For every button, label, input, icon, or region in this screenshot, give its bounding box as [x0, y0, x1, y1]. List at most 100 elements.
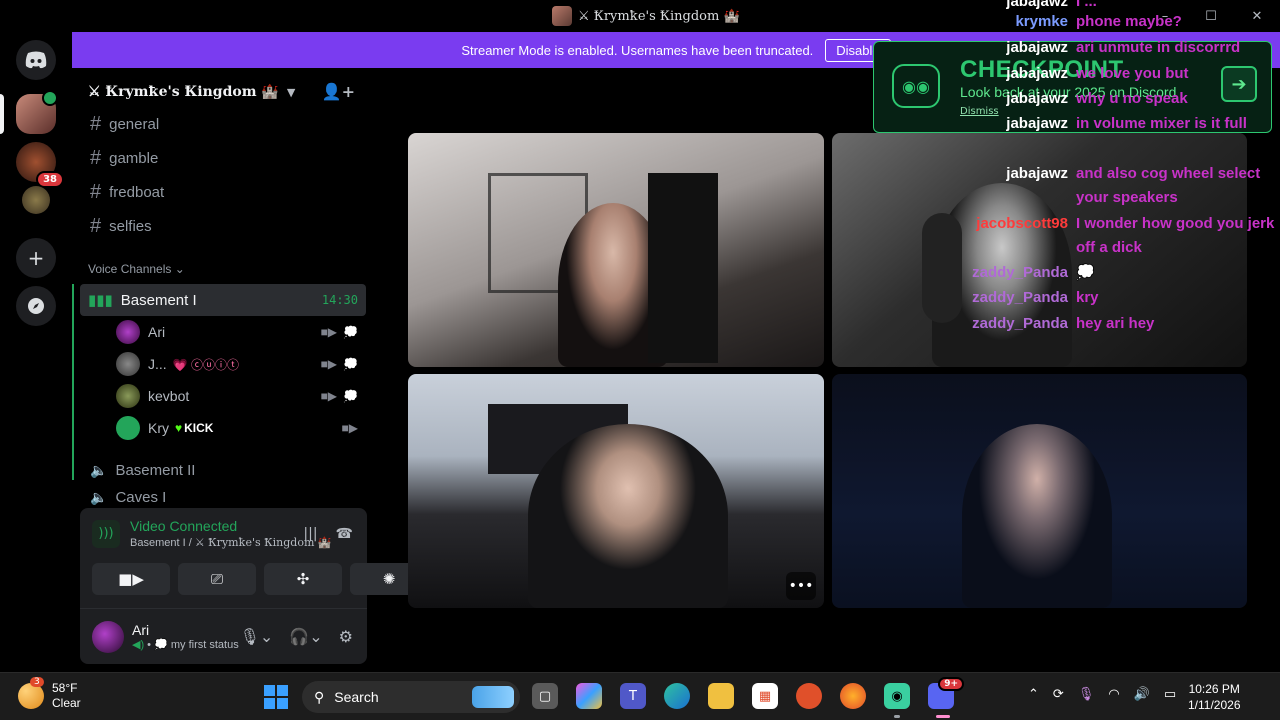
camera-icon: ■▶: [341, 421, 358, 435]
window-title-text: ⚔ Ꝁrymꝁe's Ꝁingdom 🏰: [578, 8, 740, 24]
voice-member-kry[interactable]: Kry ♥ KICK ■▶: [116, 412, 366, 444]
system-tray: ⌃ ⟳ 🎙 ◠ 🔊 ▭: [1028, 687, 1176, 702]
video-tile-3[interactable]: •••: [408, 374, 824, 608]
channel-label: Caves I: [115, 488, 167, 506]
weather-badge: 3: [30, 677, 44, 687]
member-icons: ■▶ 💭: [321, 389, 358, 403]
chat-text: hey ari hey: [1076, 315, 1155, 332]
chat-username: zaddy_Panda: [972, 264, 1068, 281]
server-icon-kingdom[interactable]: [16, 90, 58, 134]
volume-icon[interactable]: 🔊: [1134, 687, 1150, 702]
server-icon-2[interactable]: 38: [16, 142, 64, 188]
discord-home-button[interactable]: [16, 40, 56, 80]
kick-label: KICK: [184, 421, 214, 435]
member-name: Kry: [148, 420, 169, 436]
channel-label: fredboat: [109, 183, 165, 201]
gear-icon[interactable]: ⚙: [339, 627, 353, 646]
chat-text: phone maybe?: [1076, 13, 1182, 30]
battery-icon[interactable]: ▭: [1164, 687, 1176, 702]
activities-button[interactable]: ✣: [264, 563, 342, 595]
server-thumbnail: [552, 6, 572, 26]
camera-button[interactable]: ■▶: [92, 563, 170, 595]
moon-icon: 3: [18, 677, 44, 709]
sync-icon[interactable]: ⟳: [1053, 687, 1064, 702]
activity-icon: 💭: [343, 325, 358, 339]
server-rail: 38 +: [0, 32, 72, 672]
windows-start-icon[interactable]: [264, 685, 288, 709]
hash-icon: #: [90, 214, 102, 237]
search-label: Search: [334, 689, 379, 705]
channel-selfies[interactable]: # selfies: [80, 210, 366, 242]
window-title: ⚔ Ꝁrymꝁe's Ꝁingdom 🏰: [552, 6, 740, 26]
origin-icon[interactable]: [796, 683, 822, 709]
disconnect-icon[interactable]: ☎: [336, 526, 353, 542]
teams-icon[interactable]: T: [620, 683, 646, 709]
member-name: Ari: [148, 324, 166, 340]
streaming-app-icon[interactable]: ◉: [884, 683, 910, 709]
invite-people-icon[interactable]: 👤+: [322, 82, 355, 101]
voice-channel-basement-1[interactable]: ▮▮▮ Basement I 14:30: [80, 284, 366, 316]
voice-action-buttons: ■▶ ⎚ ✣ ✺: [92, 563, 428, 595]
user-panel: Ari ◀) • 💭 my first status 🎙⌄ 🎧⌄ ⚙: [80, 608, 367, 664]
channel-fredboat[interactable]: # fredboat: [80, 176, 366, 208]
firefox-icon[interactable]: [840, 683, 866, 709]
weather-temp: 58°F: [52, 681, 78, 695]
microphone-icon[interactable]: 🎙⌄: [240, 627, 274, 646]
voice-location[interactable]: Basement I / ⚔ Ꝁrymꝁe's Ꝁingdom 🏰: [130, 536, 332, 549]
camera-icon: ■▶: [320, 357, 338, 371]
plus-icon: +: [27, 246, 45, 270]
avatar[interactable]: [92, 620, 124, 653]
headphones-icon[interactable]: 🎧⌄: [289, 627, 322, 646]
channel-general[interactable]: # general: [80, 108, 366, 140]
voice-member-kevbot[interactable]: kevbot ■▶ 💭: [116, 380, 366, 412]
activity-icon: 💭: [343, 357, 358, 371]
clock-date: 1/11/2026: [1188, 698, 1241, 712]
screen-share-button[interactable]: ⎚: [178, 563, 256, 595]
streamer-mode-text: Streamer Mode is enabled. Usernames have…: [461, 42, 814, 58]
voice-member-ari[interactable]: Ari ■▶ 💭: [116, 316, 366, 348]
stream-chat-overlay: jabajawz I ... krymke phone maybe? jabajawz a…: [940, 0, 1280, 340]
chevron-down-icon: ▼: [286, 85, 296, 99]
user-status: ◀) • 💭 my first status: [132, 639, 239, 651]
running-indicator: [894, 715, 900, 718]
microphone-icon[interactable]: 🎙: [1078, 687, 1095, 702]
signal-icon[interactable]: ))): [92, 519, 120, 548]
member-icons: ■▶: [342, 421, 358, 435]
voice-channel-caves-1[interactable]: 🔈 Caves I: [80, 488, 366, 506]
clock[interactable]: 10:26 PM 1/11/2026: [1188, 681, 1241, 713]
add-server-button[interactable]: +: [16, 238, 56, 278]
copilot-icon[interactable]: [576, 683, 602, 709]
chat-username: zaddy_Panda: [972, 315, 1068, 332]
member-tag: 💗 ⓒⓤⓘⓣ: [172, 357, 239, 372]
voice-connection-panel: ))) Video Connected Basement I / ⚔ Ꝁrymꝁ…: [80, 508, 428, 664]
video-feed-door: [648, 173, 718, 363]
more-options-button[interactable]: •••: [786, 572, 816, 600]
weather-widget[interactable]: 3 58°F Clear: [18, 677, 81, 711]
chat-text: in volume mixer is it full: [1076, 115, 1247, 132]
task-view-icon[interactable]: ▢: [532, 683, 558, 709]
video-tile-4[interactable]: [832, 374, 1247, 608]
noise-suppression-icon[interactable]: |||: [303, 526, 317, 542]
chat-username: jabajawz: [1006, 115, 1068, 132]
checkpoint-logo-icon: ◉◉: [892, 64, 940, 108]
channel-label: Basement II: [115, 461, 196, 479]
video-tile-1[interactable]: [408, 133, 824, 367]
server-icon-3[interactable]: [22, 186, 50, 214]
store-icon[interactable]: ▦: [752, 683, 778, 709]
taskbar-search[interactable]: ⚲ Search: [302, 681, 520, 713]
avatar: [116, 352, 140, 376]
file-explorer-icon[interactable]: [708, 683, 734, 709]
chevron-up-icon[interactable]: ⌃: [1028, 687, 1039, 702]
channel-gamble[interactable]: # gamble: [80, 142, 366, 174]
voice-member-j[interactable]: J... 💗 ⓒⓤⓘⓣ ■▶ 💭: [116, 348, 366, 380]
chat-text: why u no speak: [1076, 90, 1188, 107]
voice-channel-basement-2[interactable]: 🔈 Basement II: [80, 454, 366, 486]
voice-duration: 14:30: [321, 293, 358, 307]
chat-text: I wonder how good you jerk off a dick: [1076, 215, 1275, 256]
discord-taskbar-icon[interactable]: 9+: [928, 677, 964, 709]
weather-condition: Clear: [52, 696, 81, 710]
edge-icon[interactable]: [664, 683, 690, 709]
discover-button[interactable]: [16, 286, 56, 326]
wifi-icon[interactable]: ◠: [1108, 687, 1119, 702]
voice-channels-category[interactable]: Voice Channels ⌄: [88, 262, 185, 276]
